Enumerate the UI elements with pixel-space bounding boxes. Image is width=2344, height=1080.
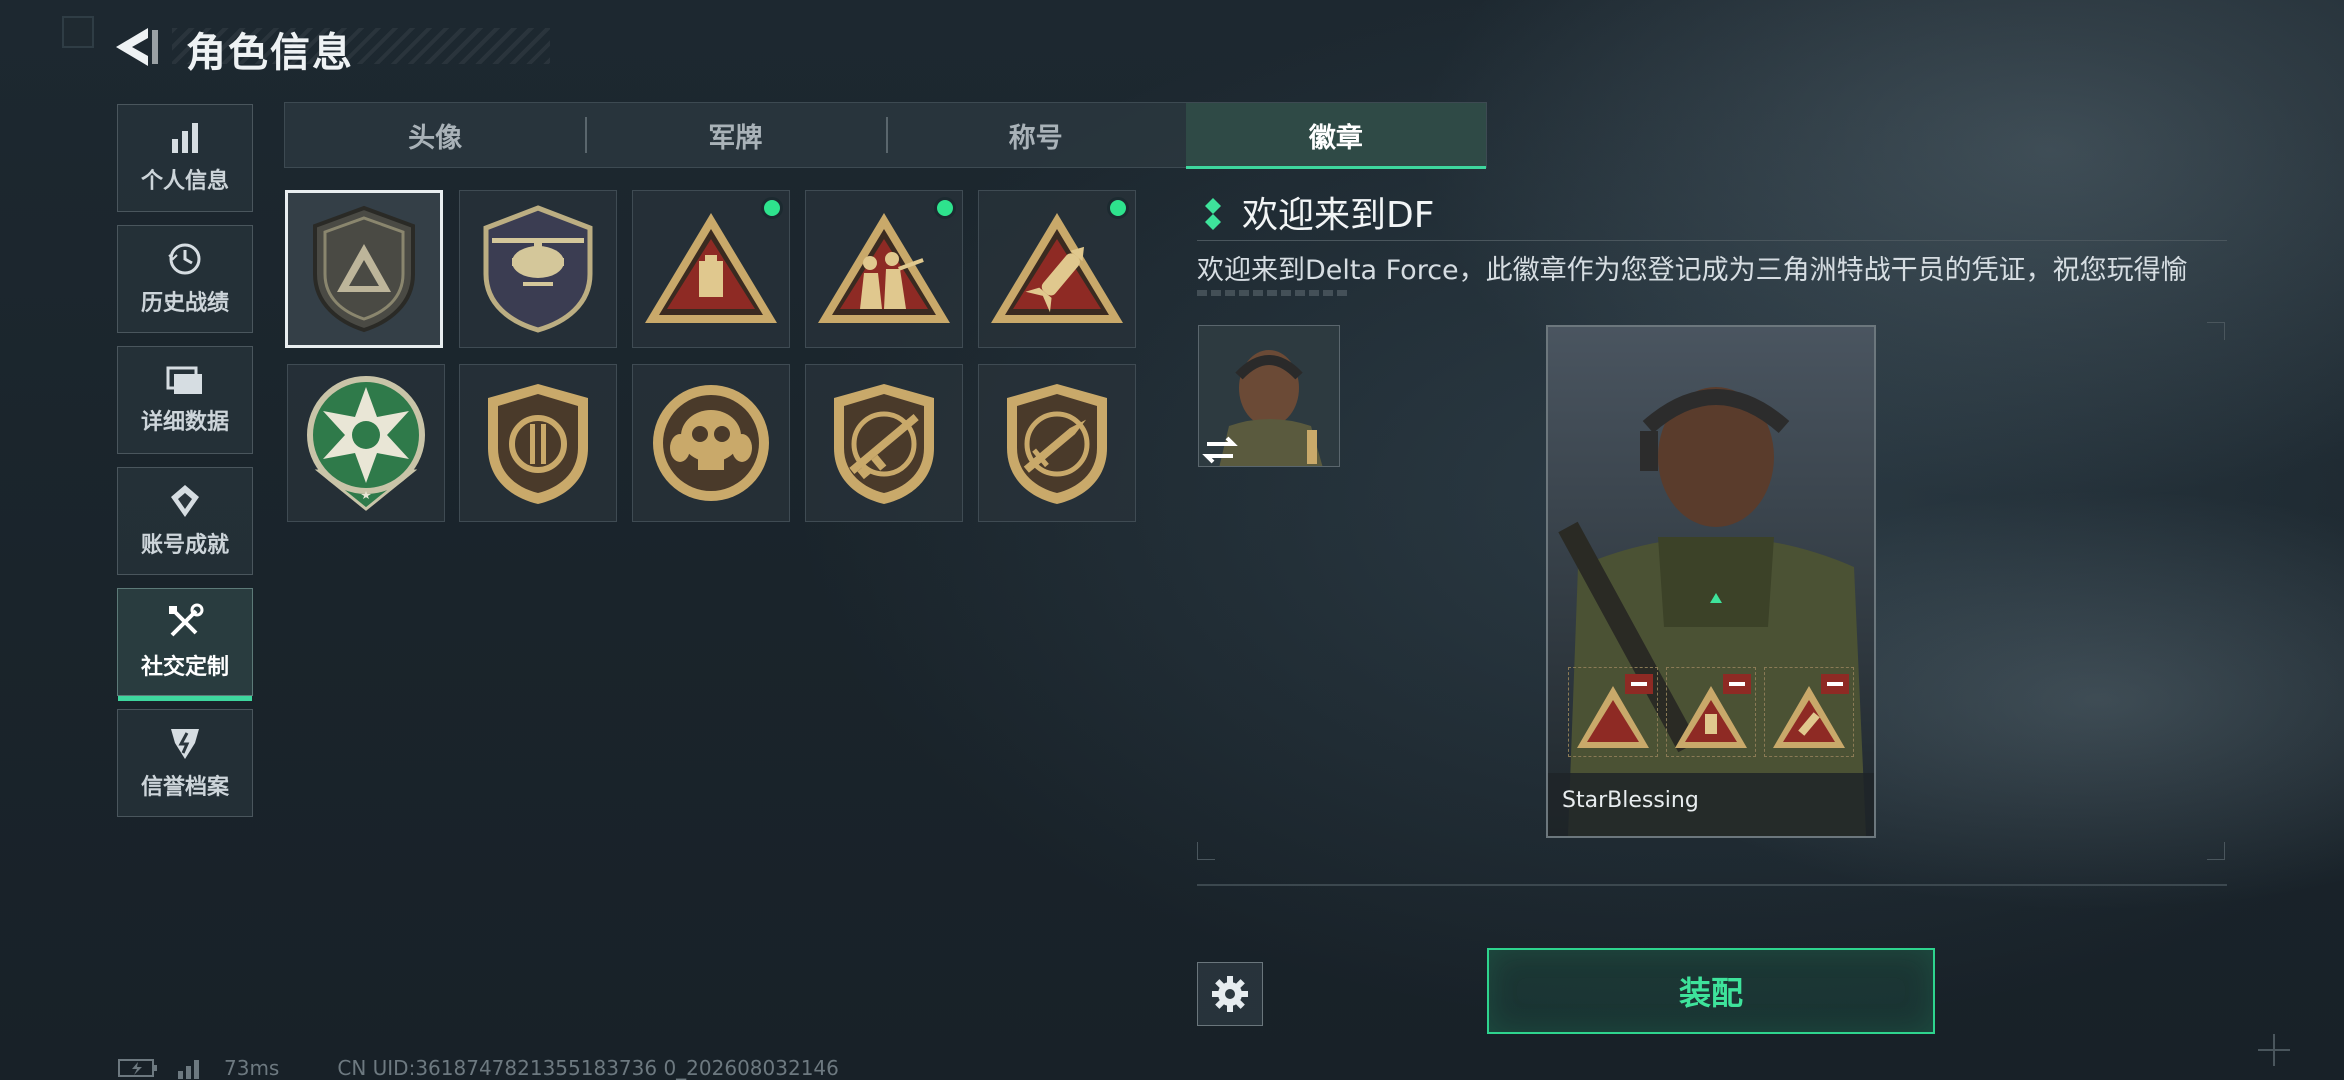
skull-crest-badge-icon — [653, 385, 769, 501]
badge-rifle-shield[interactable] — [805, 364, 963, 522]
sidebar-item-reputation[interactable]: 信誉档案 — [117, 709, 253, 817]
sidebar-item-label: 账号成就 — [140, 533, 229, 558]
equipped-slot-1[interactable] — [1568, 667, 1658, 757]
bar-chart-icon — [172, 123, 198, 153]
folder-icon — [166, 366, 202, 394]
divider — [1197, 884, 2227, 886]
star-green-badge-icon — [307, 376, 425, 511]
tab-avatar[interactable]: 头像 — [285, 103, 585, 167]
ping-value: 73ms — [224, 1056, 280, 1080]
rocket-triangle-badge-icon — [991, 213, 1123, 323]
equipped-slot-2[interactable] — [1666, 667, 1756, 757]
tab-badge[interactable]: 徽章 — [1185, 103, 1487, 169]
soldiers-triangle-badge-icon — [818, 213, 950, 323]
tools-icon — [169, 603, 204, 637]
operator-card-art — [1548, 327, 1874, 836]
knife-shield-badge-icon — [1007, 384, 1107, 504]
sidebar-item-label: 社交定制 — [140, 655, 229, 680]
status-bar: 73ms CN UID:3618747821355183736 0_202608… — [118, 1056, 839, 1080]
sidebar-item-label: 详细数据 — [140, 410, 229, 435]
helicopter-badge-icon — [483, 205, 593, 333]
badge-title: 欢迎来到DF — [1242, 195, 1435, 236]
equipped-slot-3[interactable] — [1764, 667, 1854, 757]
supply-triangle-badge-icon — [645, 213, 777, 323]
tab-dog-tag[interactable]: 军牌 — [585, 103, 885, 167]
badge-delta-triangle[interactable] — [285, 190, 443, 348]
sidebar-item-history[interactable]: 历史战绩 — [117, 225, 253, 333]
sidebar-item-label: 历史战绩 — [140, 291, 229, 316]
badge-skull-crest[interactable] — [632, 364, 790, 522]
equipped-dot — [1107, 197, 1129, 219]
sidebar-item-achievements[interactable]: 账号成就 — [117, 467, 253, 575]
equipped-dot — [761, 197, 783, 219]
gear-icon — [1212, 976, 1248, 1012]
sidebar-item-label: 个人信息 — [140, 169, 229, 194]
signal-icon — [178, 1060, 199, 1079]
badge-description: 欢迎来到Delta Force，此徽章作为您登记成为三角洲特战干员的凭证，祝您玩… — [1197, 255, 2188, 286]
sidebar-item-social-custom[interactable]: 社交定制 — [117, 588, 253, 701]
category-tabs: 头像 军牌 称号 徽章 — [284, 102, 1487, 169]
tab-title[interactable]: 称号 — [885, 103, 1186, 167]
player-name: StarBlessing — [1562, 788, 1699, 813]
achievement-icon — [171, 485, 199, 517]
diamond-marker-icon — [1205, 198, 1221, 230]
description-fade — [1197, 290, 1347, 296]
delta-triangle-badge-icon — [313, 205, 415, 333]
back-arrow-icon — [116, 28, 158, 66]
back-button[interactable] — [112, 22, 162, 72]
corner-square — [62, 16, 94, 48]
badge-soldiers-triangle[interactable] — [805, 190, 963, 348]
badge-knife-shield[interactable] — [978, 364, 1136, 522]
badge-helicopter[interactable] — [459, 190, 617, 348]
sidebar-item-personal-info[interactable]: 个人信息 — [117, 104, 253, 212]
page-title: 角色信息 — [186, 30, 354, 76]
active-indicator — [118, 696, 252, 701]
rifle-shield-badge-icon — [834, 384, 934, 504]
sidebar-item-detailed-data[interactable]: 详细数据 — [117, 346, 253, 454]
soldiers-triangle-badge-icon — [1577, 674, 1653, 748]
supply-triangle-badge-icon — [1675, 674, 1751, 748]
divider — [1197, 240, 2227, 241]
player-card-preview — [1546, 325, 1876, 838]
settings-button[interactable] — [1197, 962, 1263, 1026]
uid-text: CN UID:3618747821355183736 0_20260803214… — [337, 1056, 839, 1080]
badge-supply-triangle[interactable] — [632, 190, 790, 348]
reputation-icon — [171, 729, 199, 759]
equip-button[interactable]: 装配 — [1487, 948, 1935, 1034]
round-shield-badge-icon — [488, 384, 588, 504]
badge-rocket-triangle[interactable] — [978, 190, 1136, 348]
badge-round-shield[interactable] — [459, 364, 617, 522]
rocket-triangle-badge-icon — [1773, 674, 1849, 748]
battery-icon — [118, 1059, 157, 1077]
badge-star-green[interactable] — [287, 364, 445, 522]
plus-corner-icon — [2258, 1034, 2290, 1066]
sidebar-item-label: 信誉档案 — [140, 775, 229, 800]
history-clock-icon — [168, 243, 201, 275]
equipped-dot — [934, 197, 956, 219]
